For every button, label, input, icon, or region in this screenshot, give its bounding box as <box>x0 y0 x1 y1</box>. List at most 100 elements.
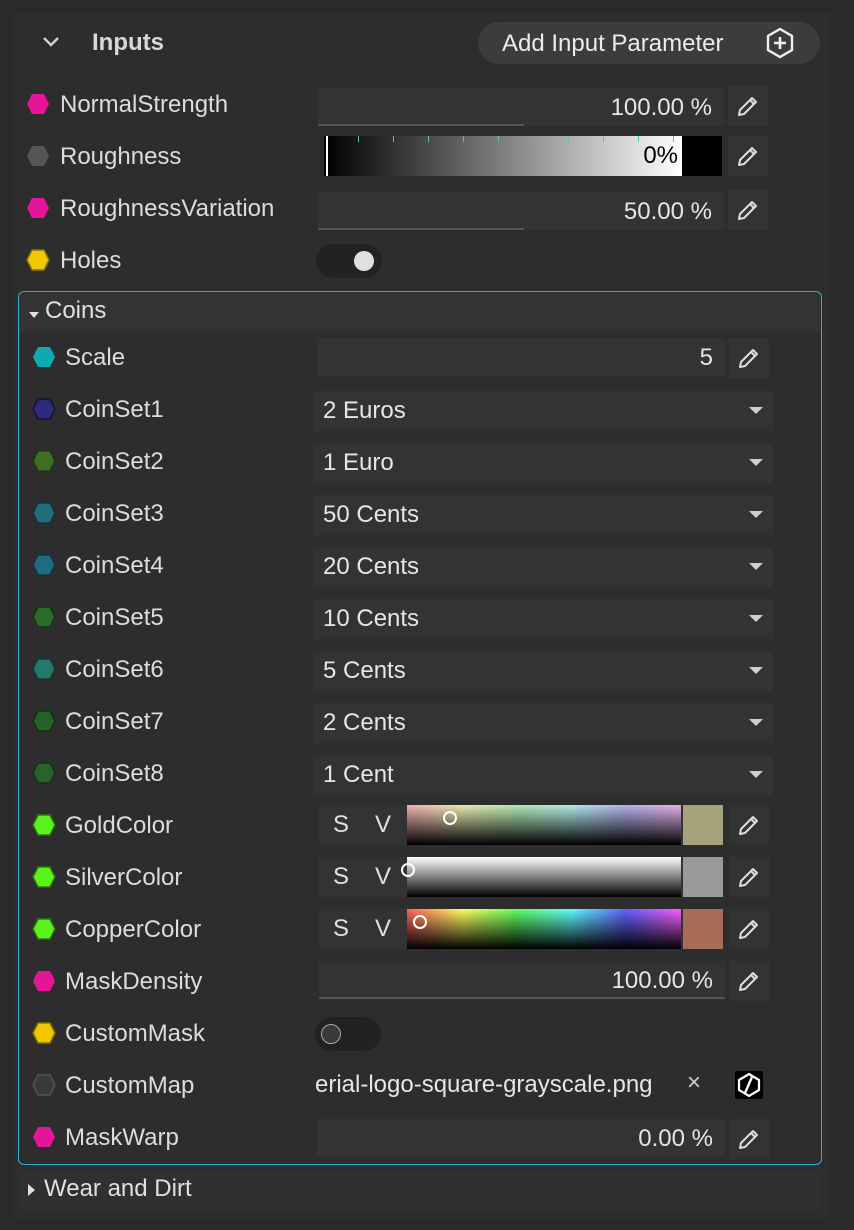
saturation-toggle[interactable]: S <box>333 811 349 839</box>
edit-silver-color-button[interactable] <box>729 857 769 897</box>
custom-mask-toggle[interactable] <box>315 1017 381 1051</box>
hexagon-magenta-icon <box>32 1125 56 1149</box>
dropdown-arrow-icon <box>749 459 763 466</box>
edit-copper-color-button[interactable] <box>729 909 769 949</box>
color-picker-knob[interactable] <box>443 811 457 825</box>
param-label: MaskWarp <box>65 1124 179 1151</box>
coins-group: Coins Scale 5 CoinSet1 2 Euros CoinSet2 … <box>18 291 822 1165</box>
custom-map-file-field[interactable]: erial-logo-square-grayscale.png <box>315 1065 671 1105</box>
copper-color-picker[interactable]: S V <box>319 909 723 949</box>
hexagon-yellow-icon <box>32 1021 56 1045</box>
param-label: Scale <box>65 344 126 371</box>
pencil-icon <box>739 816 758 835</box>
holes-toggle[interactable] <box>316 244 382 278</box>
param-label: CoinSet5 <box>65 604 164 631</box>
color-gradient-field[interactable] <box>407 805 681 845</box>
hexagon-green-icon <box>32 761 56 785</box>
dropdown-value: 2 Euros <box>323 397 406 424</box>
coinset8-dropdown[interactable]: 1 Cent <box>313 755 773 795</box>
coins-group-header[interactable]: Coins <box>19 292 820 332</box>
param-row-roughness-variation: RoughnessVariation 50.00 % <box>12 182 830 234</box>
normal-strength-slider[interactable]: 100.00 % <box>318 88 724 126</box>
param-label: CopperColor <box>65 916 202 943</box>
param-row-scale: Scale 5 <box>19 331 820 383</box>
mask-warp-slider[interactable]: 0.00 % <box>317 1119 725 1157</box>
clear-file-icon[interactable]: × <box>687 1069 701 1097</box>
hexagon-teal-icon <box>32 501 56 525</box>
pencil-icon <box>738 201 757 220</box>
gold-color-swatch <box>683 805 723 845</box>
hexagon-yellow-icon <box>26 248 50 272</box>
dropdown-value: 20 Cents <box>323 553 420 580</box>
param-row-coinset6: CoinSet6 5 Cents <box>19 643 820 695</box>
hexagon-lime-icon <box>32 917 56 941</box>
saturation-toggle[interactable]: S <box>333 863 349 891</box>
edit-mask-warp-button[interactable] <box>729 1119 769 1159</box>
param-row-coinset8: CoinSet8 1 Cent <box>19 747 820 799</box>
caret-right-icon <box>28 1183 36 1201</box>
dropdown-value: 50 Cents <box>323 501 420 528</box>
add-input-parameter-label: Add Input Parameter <box>502 30 724 57</box>
param-label: CoinSet8 <box>65 760 164 787</box>
inputs-title: Inputs <box>92 29 164 56</box>
slider-value: 100.00 % <box>611 967 713 994</box>
resource-link-icon[interactable] <box>735 1071 763 1099</box>
chevron-down-icon[interactable] <box>40 30 62 52</box>
slider-fill <box>319 997 725 999</box>
coinset3-dropdown[interactable]: 50 Cents <box>313 495 773 535</box>
param-label: Holes <box>60 247 122 274</box>
edit-roughness-variation-button[interactable] <box>728 190 768 230</box>
param-label: CoinSet4 <box>65 552 164 579</box>
param-label: MaskDensity <box>65 968 203 995</box>
coinset1-dropdown[interactable]: 2 Euros <box>313 391 773 431</box>
slider-handle[interactable] <box>326 136 328 176</box>
param-row-coinset2: CoinSet2 1 Euro <box>19 435 820 487</box>
param-row-custom-map: CustomMap erial-logo-square-grayscale.pn… <box>19 1059 820 1111</box>
wear-and-dirt-group-header[interactable]: Wear and Dirt <box>18 1170 822 1210</box>
edit-mask-density-button[interactable] <box>729 961 769 1001</box>
color-gradient-field[interactable] <box>401 857 681 897</box>
gold-color-picker[interactable]: S V <box>319 805 723 845</box>
add-input-parameter-button[interactable]: Add Input Parameter <box>478 22 820 64</box>
coinset4-dropdown[interactable]: 20 Cents <box>313 547 773 587</box>
roughness-variation-slider[interactable]: 50.00 % <box>318 192 724 230</box>
pencil-icon <box>739 972 758 991</box>
dropdown-arrow-icon <box>749 719 763 726</box>
color-picker-knob[interactable] <box>401 863 415 877</box>
silver-color-picker[interactable]: S V <box>319 857 723 897</box>
dropdown-value: 2 Cents <box>323 709 406 736</box>
param-label: CoinSet3 <box>65 500 164 527</box>
coinset2-dropdown[interactable]: 1 Euro <box>313 443 773 483</box>
pencil-icon <box>738 97 757 116</box>
color-gradient-field[interactable] <box>407 909 681 949</box>
param-row-coinset7: CoinSet7 2 Cents <box>19 695 820 747</box>
roughness-color-swatch <box>682 136 722 176</box>
dropdown-arrow-icon <box>749 511 763 518</box>
scale-slider[interactable]: 5 <box>317 338 725 376</box>
caret-down-icon <box>29 307 39 325</box>
value-toggle[interactable]: V <box>375 863 391 891</box>
coinset7-dropdown[interactable]: 2 Cents <box>313 703 773 743</box>
edit-gold-color-button[interactable] <box>729 805 769 845</box>
tick-marks <box>324 136 682 142</box>
hexagon-gray-icon <box>26 144 50 168</box>
edit-roughness-button[interactable] <box>728 136 768 176</box>
silver-color-swatch <box>683 857 723 897</box>
param-row-silver-color: SilverColor S V <box>19 851 820 903</box>
coinset6-dropdown[interactable]: 5 Cents <box>313 651 773 691</box>
hexagon-gray-icon <box>32 1073 56 1097</box>
coinset5-dropdown[interactable]: 10 Cents <box>313 599 773 639</box>
edit-normal-strength-button[interactable] <box>728 86 768 126</box>
saturation-toggle[interactable]: S <box>333 915 349 943</box>
color-picker-knob[interactable] <box>413 915 427 929</box>
dropdown-value: 1 Cent <box>323 761 394 788</box>
value-toggle[interactable]: V <box>375 915 391 943</box>
dropdown-value: 10 Cents <box>323 605 420 632</box>
edit-scale-button[interactable] <box>729 338 769 378</box>
param-label: CustomMask <box>65 1020 206 1047</box>
param-row-normal-strength: NormalStrength 100.00 % <box>12 78 830 130</box>
value-toggle[interactable]: V <box>375 811 391 839</box>
mask-density-slider[interactable]: 100.00 % <box>319 961 725 999</box>
roughness-gradient-slider[interactable]: 0% <box>324 136 682 176</box>
file-name: erial-logo-square-grayscale.png <box>315 1071 653 1098</box>
